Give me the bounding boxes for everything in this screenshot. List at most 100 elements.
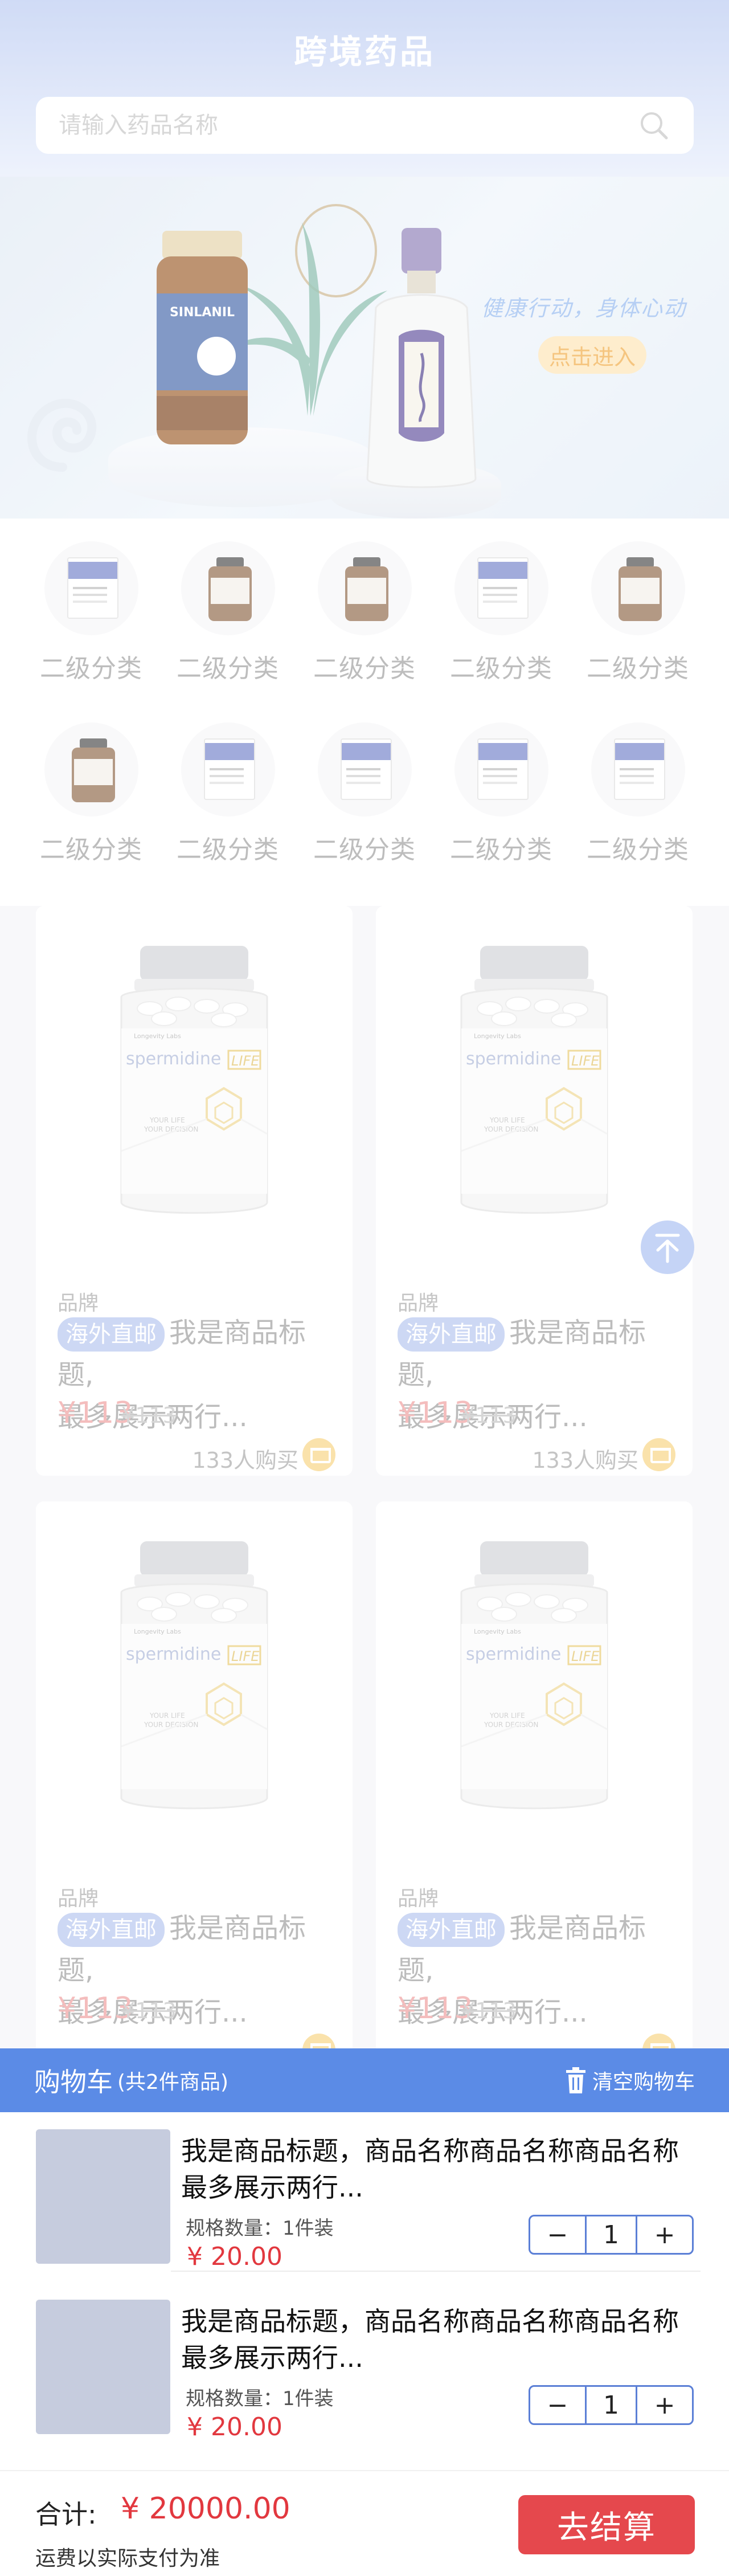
clear-cart-button[interactable]: 清空购物车 <box>565 2065 695 2095</box>
cart-item-name-line: 我是商品标题，商品名称商品名称商品名称 <box>181 2306 679 2337</box>
product-image-brand-badge: LIFE <box>231 1648 260 1664</box>
category-label: 二级分类 <box>40 654 142 683</box>
supplement-bottle-image: SINLANIL <box>157 231 248 444</box>
promo-banner[interactable]: SINLANIL 健康行动，身体心动 点击进入 <box>0 177 729 519</box>
category-item[interactable]: 二级分类 <box>570 519 706 689</box>
category-label: 二级分类 <box>313 654 416 683</box>
cart-item: 我是商品标题，商品名称商品名称商品名称 最多展示两行... 规格数量：1件装 ¥ 20… <box>0 2129 729 2300</box>
quantity-value[interactable]: 1 <box>585 2216 637 2253</box>
cart-header: 购物车 (共2件商品) 清空购物车 <box>0 2048 729 2112</box>
category-label: 二级分类 <box>587 835 689 864</box>
shipping-note: 运费以实际支付为准 <box>35 2547 220 2570</box>
cart-item-thumbnail[interactable] <box>36 2300 170 2434</box>
increase-quantity-button[interactable]: + <box>637 2216 692 2253</box>
category-grid: 二级分类 二级分类 二级分类 二级分类 二级分类 二级分类 二级分类 二级分类 二级分类 二级分类 <box>0 519 729 906</box>
search-icon[interactable] <box>637 108 671 142</box>
page-title: 跨境药品 <box>293 32 435 71</box>
overseas-direct-badge: 海外直邮 <box>398 1913 505 1947</box>
product-image-tagline: YOUR LIFE <box>489 1712 525 1720</box>
product-image-maker: Longevity Labs <box>134 1628 181 1635</box>
category-thumbnail <box>44 722 138 817</box>
checkout-button[interactable]: 去结算 <box>518 2495 695 2554</box>
search-bar[interactable] <box>36 97 694 154</box>
category-thumbnail <box>181 722 275 817</box>
category-item[interactable]: 二级分类 <box>159 519 296 689</box>
product-image-brand: spermidine <box>126 1049 221 1069</box>
total-amount: ¥ 20000.00 <box>121 2492 290 2526</box>
cart-item-thumbnail[interactable] <box>36 2129 170 2264</box>
product-image-tagline: YOUR LIFE <box>149 1116 185 1124</box>
divider <box>171 2271 701 2272</box>
category-thumbnail <box>454 722 548 817</box>
quantity-stepper: −1 + <box>529 2215 694 2255</box>
total-label: 合计: <box>35 2499 97 2530</box>
page-header: 跨境药品 <box>0 0 729 177</box>
back-to-top-button[interactable] <box>641 1220 694 1274</box>
category-item[interactable]: 二级分类 <box>433 700 570 871</box>
cart-item-name: 我是商品标题，商品名称商品名称商品名称 最多展示两行... <box>181 2303 705 2376</box>
product-original-price: ¥113 <box>121 1998 177 2023</box>
increase-quantity-button[interactable]: + <box>637 2387 692 2423</box>
cart-item-name-line: 最多展示两行... <box>181 2342 363 2373</box>
trash-icon <box>566 2067 585 2093</box>
banner-slogan: 健康行动，身体心动 <box>481 296 687 321</box>
category-thumbnail <box>454 541 548 635</box>
category-item[interactable]: 二级分类 <box>159 700 296 871</box>
category-item[interactable]: 二级分类 <box>570 700 706 871</box>
shell-decoration-icon <box>27 398 97 472</box>
cart-item-spec: 规格数量：1件装 <box>186 2387 334 2410</box>
cart-item-name-line: 最多展示两行... <box>181 2172 363 2203</box>
product-image-maker: Longevity Labs <box>134 1032 181 1040</box>
banner-enter-button[interactable]: 点击进入 <box>538 336 646 374</box>
category-item[interactable]: 二级分类 <box>23 700 159 871</box>
product-original-price: ¥113 <box>461 1998 517 2023</box>
product-original-price: ¥113 <box>121 1403 177 1428</box>
product-card[interactable]: Longevity Labs spermidine LIFE YOUR LIFE YOU… <box>36 1501 353 2071</box>
category-thumbnail <box>591 722 685 817</box>
product-card[interactable]: Longevity Labs spermidine LIFE YOUR LIFE YOU… <box>376 906 693 1476</box>
add-to-cart-icon[interactable] <box>642 1438 675 1471</box>
category-label: 二级分类 <box>177 835 279 864</box>
cart-item-price: ¥ 20.00 <box>187 2412 282 2442</box>
cart-title: 购物车 <box>34 2067 113 2097</box>
category-thumbnail <box>591 541 685 635</box>
quantity-value[interactable]: 1 <box>585 2387 637 2423</box>
product-image-tagline: YOUR LIFE <box>149 1712 185 1720</box>
category-item[interactable]: 二级分类 <box>433 519 570 689</box>
product-image-brand: spermidine <box>126 1644 221 1664</box>
cart-item-name-line: 我是商品标题，商品名称商品名称商品名称 <box>181 2136 679 2166</box>
decrease-quantity-button[interactable]: − <box>530 2216 585 2253</box>
product-image: Longevity Labsspermidine LIFEYOUR LIFEYOU… <box>460 1541 608 1810</box>
category-item[interactable]: 二级分类 <box>23 519 159 689</box>
cart-item-price: ¥ 20.00 <box>187 2242 282 2271</box>
search-input[interactable] <box>59 112 637 138</box>
category-label: 二级分类 <box>177 654 279 683</box>
product-image-maker: Longevity Labs <box>474 1032 521 1040</box>
category-item[interactable]: 二级分类 <box>296 519 433 689</box>
oil-bottle-image <box>366 228 477 488</box>
category-item[interactable]: 二级分类 <box>296 700 433 871</box>
quantity-stepper: −1 + <box>529 2385 694 2425</box>
product-image-maker: Longevity Labs <box>474 1628 521 1635</box>
product-image: Longevity Labsspermidine LIFEYOUR LIFEYOU… <box>460 946 608 1214</box>
category-thumbnail <box>317 722 412 817</box>
decrease-quantity-button[interactable]: − <box>530 2387 585 2423</box>
category-label: 二级分类 <box>40 835 142 864</box>
product-image: Longevity Labsspermidine LIFEYOUR LIFEYOU… <box>120 1541 268 1810</box>
clear-cart-label: 清空购物车 <box>592 2071 695 2094</box>
svg-text:SINLANIL: SINLANIL <box>170 305 235 320</box>
product-card[interactable]: Longevity Labs spermidine LIFE YOUR LIFE YOU… <box>376 1501 693 2071</box>
cart-item-name: 我是商品标题，商品名称商品名称商品名称 最多展示两行... <box>181 2133 705 2206</box>
product-image-tagline: YOUR LIFE <box>489 1116 525 1124</box>
product-original-price: ¥113 <box>461 1403 517 1428</box>
category-thumbnail <box>181 541 275 635</box>
category-label: 二级分类 <box>313 835 416 864</box>
category-label: 二级分类 <box>587 654 689 683</box>
cart-item-count: (共2件商品) <box>117 2071 228 2094</box>
overseas-direct-badge: 海外直邮 <box>58 1913 165 1947</box>
add-to-cart-icon[interactable] <box>302 1438 335 1471</box>
product-image-brand: spermidine <box>466 1644 561 1664</box>
product-card[interactable]: Longevity Labs spermidine LIFE YOUR LIFE YOU… <box>36 906 353 1476</box>
product-image-brand: spermidine <box>466 1049 561 1069</box>
product-image: Longevity Labsspermidine LIFEYOUR LIFEYOU… <box>120 946 268 1214</box>
